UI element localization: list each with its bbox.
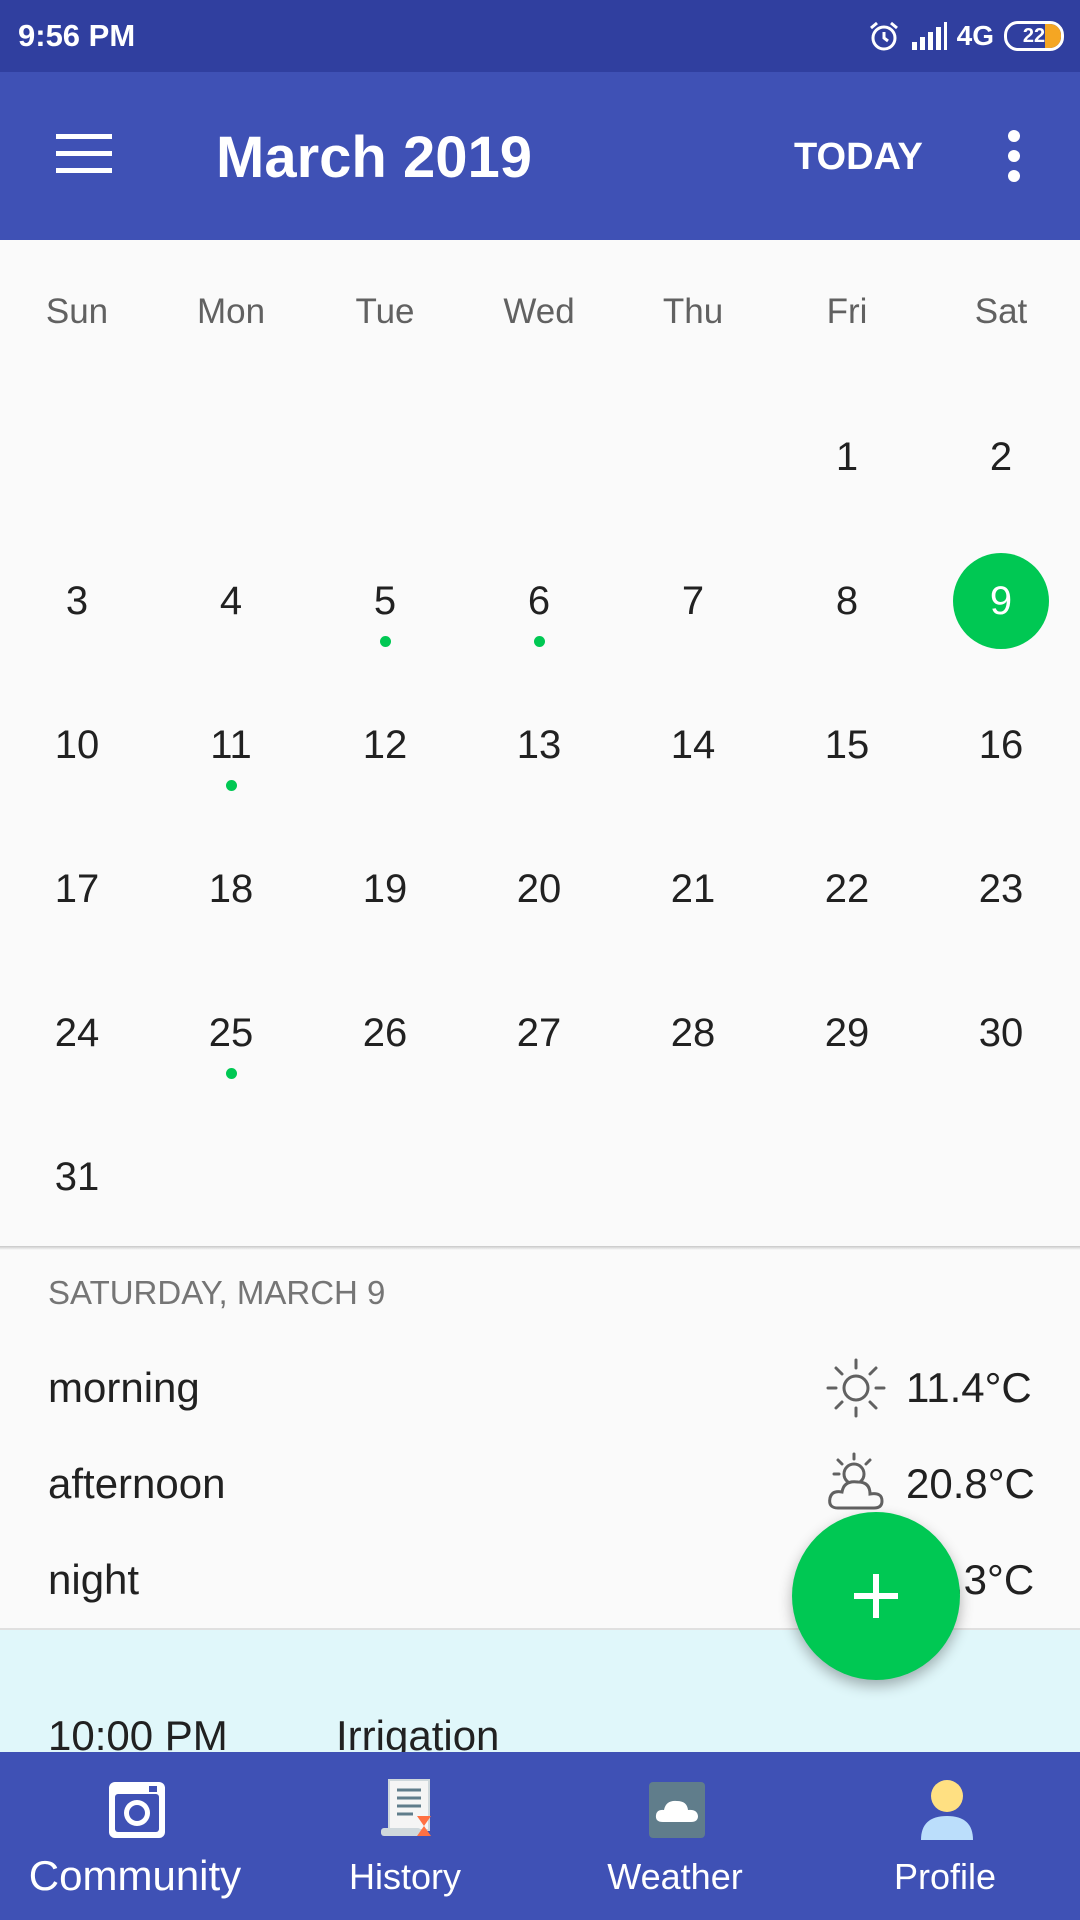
status-time: 9:56 PM — [18, 18, 136, 53]
calendar-day[interactable]: 13 — [491, 697, 587, 793]
event-indicator-dot — [226, 1068, 237, 1079]
add-event-button[interactable] — [792, 1512, 960, 1680]
forecast-night-label: night — [48, 1556, 140, 1603]
cloud-icon — [649, 1782, 705, 1838]
calendar-day[interactable]: 7 — [645, 553, 741, 649]
signal-icon — [911, 22, 947, 50]
calendar-day[interactable]: 29 — [799, 985, 895, 1081]
forecast-night-temp: .3°C — [952, 1556, 1035, 1603]
nav-label-history: History — [348, 1856, 461, 1897]
calendar-day[interactable]: 18 — [183, 841, 279, 937]
today-button[interactable]: TODAY — [794, 136, 923, 179]
forecast-afternoon-label: afternoon — [48, 1460, 226, 1507]
calendar-day[interactable]: 16 — [953, 697, 1049, 793]
status-icons: 4G 22 — [867, 14, 1064, 58]
app-bar: March 2019 TODAY — [0, 72, 1080, 240]
nav-weather[interactable]: Weather — [540, 1752, 810, 1920]
weekday-header: Thu — [662, 292, 724, 331]
calendar-day[interactable]: 15 — [799, 697, 895, 793]
menu-icon[interactable] — [56, 134, 112, 174]
weekday-header: Sat — [974, 292, 1028, 331]
calendar-day[interactable]: 20 — [491, 841, 587, 937]
nav-label-profile: Profile — [893, 1856, 997, 1897]
calendar-day[interactable]: 30 — [953, 985, 1049, 1081]
event-indicator-dot — [380, 636, 391, 647]
weekday-header: Sun — [45, 292, 109, 331]
calendar-day[interactable]: 6 — [491, 553, 587, 649]
nav-profile[interactable]: Profile — [810, 1752, 1080, 1920]
forecast-morning-label: morning — [48, 1364, 200, 1411]
event-indicator-dot — [534, 636, 545, 647]
battery-percent: 22 — [1022, 24, 1046, 47]
selected-day-header: SATURDAY, MARCH 9 — [48, 1274, 386, 1311]
calendar-day[interactable]: 28 — [645, 985, 741, 1081]
plus-icon — [854, 1574, 898, 1618]
network-type: 4G — [956, 20, 994, 51]
calendar-day[interactable]: 11 — [183, 697, 279, 793]
battery-level — [1045, 24, 1061, 48]
weekday-header: Wed — [503, 292, 575, 331]
nav-label-community: Community — [28, 1852, 242, 1899]
calendar-day[interactable]: 3 — [29, 553, 125, 649]
calendar-day[interactable]: 12 — [337, 697, 433, 793]
calendar-day[interactable]: 25 — [183, 985, 279, 1081]
calendar-day[interactable]: 27 — [491, 985, 587, 1081]
calendar-day[interactable]: 21 — [645, 841, 741, 937]
forecast-morning-temp: 11.4°C — [906, 1364, 1032, 1411]
month-calendar: Sun Mon Tue Wed Thu Fri Sat 1 2 3 4 5 6 7 8 9 10 11 12 13 14… — [0, 240, 1080, 1248]
nav-history[interactable]: History — [270, 1752, 540, 1920]
calendar-day[interactable]: 23 — [953, 841, 1049, 937]
forecast-afternoon-temp: 20.8°C — [906, 1460, 1035, 1507]
nav-label-weather: Weather — [607, 1856, 743, 1897]
calendar-day[interactable]: 19 — [337, 841, 433, 937]
sun-icon — [826, 1358, 886, 1418]
calendar-day[interactable]: 24 — [29, 985, 125, 1081]
weekday-header: Fri — [826, 292, 868, 331]
person-icon — [921, 1780, 973, 1840]
calendar-day[interactable]: 4 — [183, 553, 279, 649]
calendar-day[interactable]: 26 — [337, 985, 433, 1081]
calendar-day[interactable]: 10 — [29, 697, 125, 793]
calendar-day[interactable]: 5 — [337, 553, 433, 649]
partly-cloudy-icon — [828, 1452, 884, 1510]
weekday-header: Tue — [355, 292, 415, 331]
calendar-day[interactable]: 1 — [799, 409, 895, 505]
calendar-day[interactable]: 2 — [953, 409, 1049, 505]
calendar-day[interactable]: 17 — [29, 841, 125, 937]
weekday-header: Mon — [196, 292, 266, 331]
camera-icon — [109, 1782, 165, 1838]
calendar-divider — [0, 1246, 1080, 1250]
calendar-day[interactable]: 8 — [799, 553, 895, 649]
alarm-icon — [869, 21, 898, 51]
page-title: March 2019 — [216, 125, 532, 190]
history-scroll-icon — [381, 1779, 431, 1836]
calendar-day[interactable]: 22 — [799, 841, 895, 937]
more-vert-icon[interactable] — [1000, 130, 1028, 182]
event-indicator-dot — [226, 780, 237, 791]
status-bar: 9:56 PM 4G 22 — [0, 0, 1080, 72]
nav-community[interactable]: Community — [0, 1752, 270, 1920]
calendar-day[interactable]: 14 — [645, 697, 741, 793]
calendar-day[interactable]: 31 — [29, 1129, 125, 1225]
calendar-day-selected[interactable]: 9 — [953, 553, 1049, 649]
battery-icon: 22 — [1004, 21, 1064, 51]
bottom-nav: Community History Weather Profile — [0, 1752, 1080, 1920]
